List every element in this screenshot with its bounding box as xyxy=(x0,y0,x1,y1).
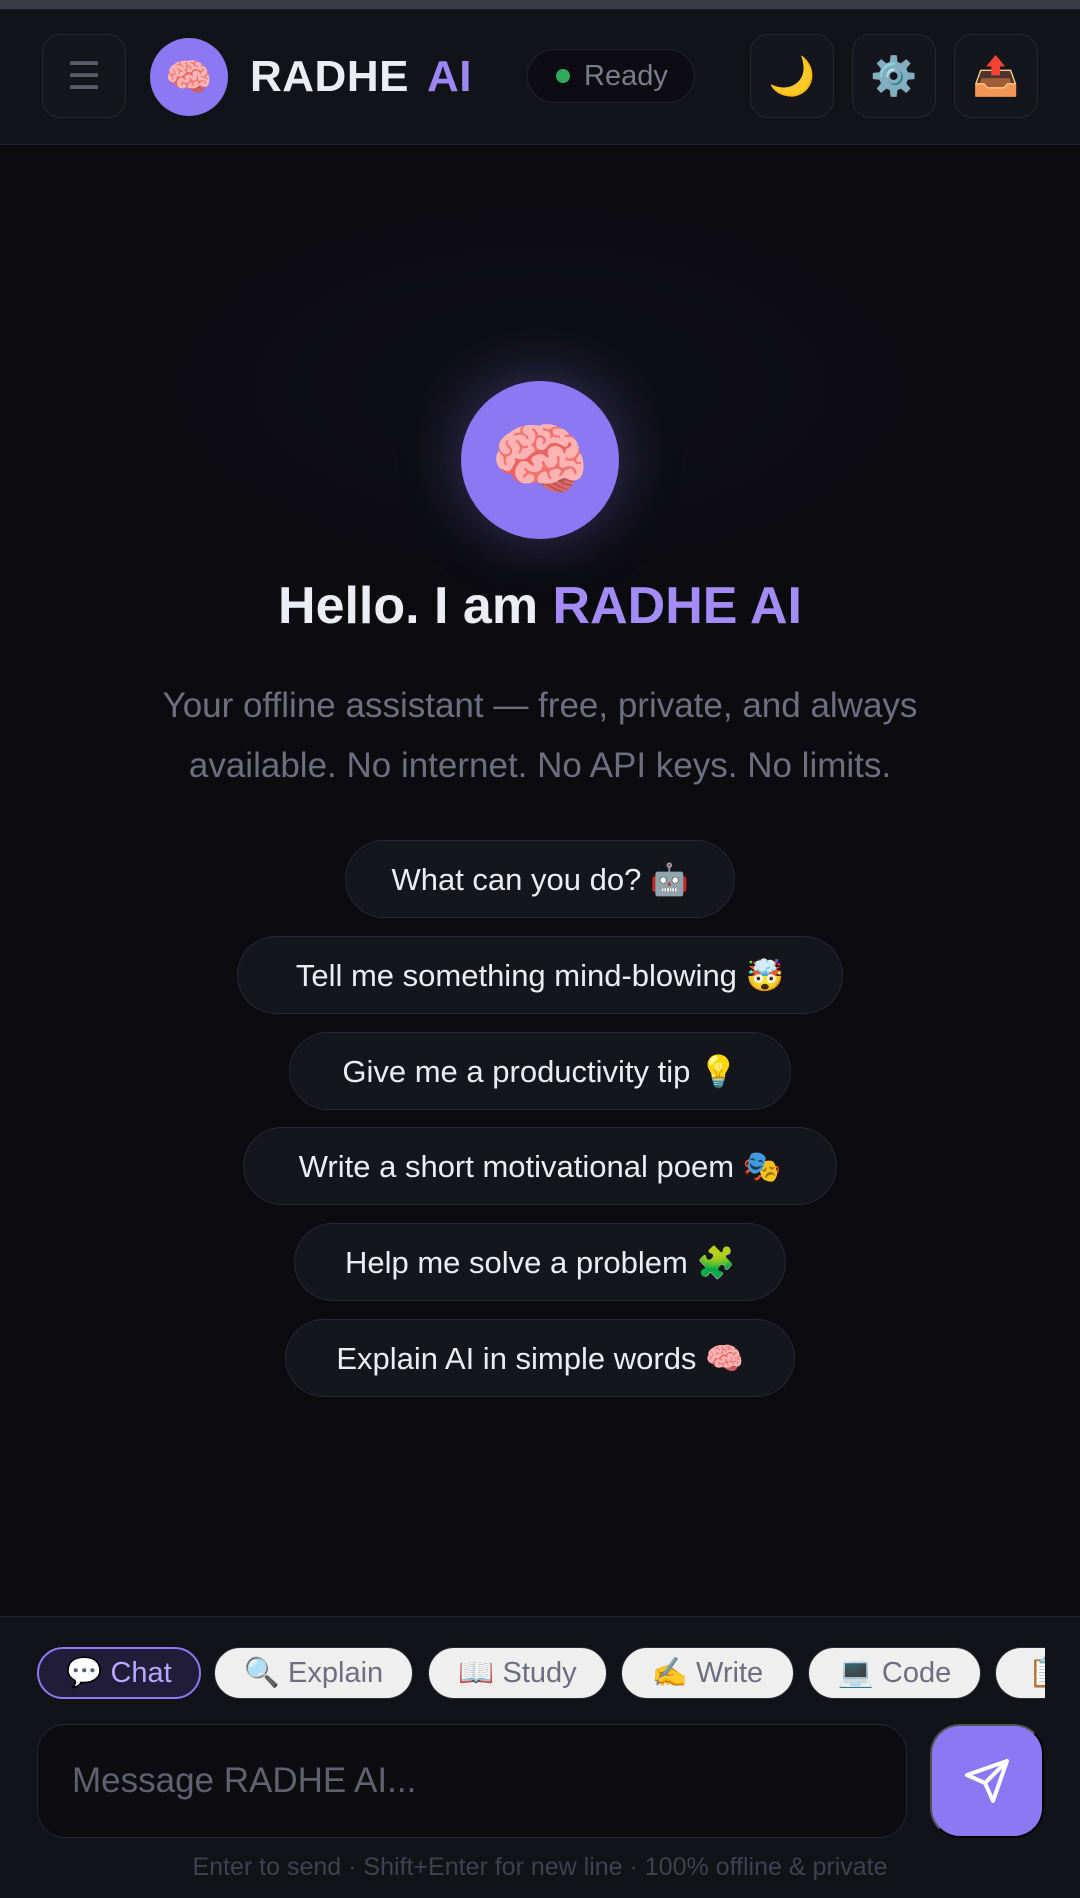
mode-tab-chat[interactable]: 💬 Chat xyxy=(37,1647,201,1699)
app-header: ☰ 🧠 RADHE AI Ready 🌙 ⚙️ 📤 xyxy=(0,10,1080,145)
mode-tab-more[interactable]: 📋 xyxy=(995,1647,1045,1699)
gear-icon: ⚙️ xyxy=(870,53,918,98)
suggestion-chip[interactable]: What can you do? 🤖 xyxy=(345,840,735,918)
export-tray-icon: 📤 xyxy=(972,53,1020,98)
status-badge: Ready xyxy=(527,49,695,103)
suggestion-chip[interactable]: Help me solve a problem 🧩 xyxy=(294,1223,786,1301)
brand-name: RADHE xyxy=(250,52,409,101)
mode-tab-code[interactable]: 💻 Code xyxy=(808,1647,981,1699)
brain-icon: 🧠 xyxy=(165,54,213,99)
mode-tab-write[interactable]: ✍️ Write xyxy=(621,1647,794,1699)
suggestion-chip[interactable]: Tell me something mind-blowing 🤯 xyxy=(237,936,843,1014)
suggestion-chip[interactable]: Give me a productivity tip 💡 xyxy=(289,1032,791,1110)
send-button[interactable] xyxy=(930,1724,1044,1838)
suggestion-chip[interactable]: Explain AI in simple words 🧠 xyxy=(285,1319,795,1397)
hamburger-icon: ☰ xyxy=(66,54,102,98)
welcome-title-prefix: Hello. I am xyxy=(278,577,539,635)
theme-toggle-button[interactable]: 🌙 xyxy=(750,34,834,118)
hero-avatar: 🧠 xyxy=(461,381,619,539)
brand-suffix: AI xyxy=(426,52,472,101)
composer-panel: 💬 Chat 🔍 Explain 📖 Study ✍️ Write 💻 Code… xyxy=(0,1616,1080,1898)
message-input[interactable]: Message RADHE AI... xyxy=(37,1724,907,1838)
welcome-title-accent: RADHE AI xyxy=(552,577,802,635)
composer-hint: Enter to send · Shift+Enter for new line… xyxy=(192,1853,888,1881)
status-text: Ready xyxy=(584,59,668,92)
suggestion-chip[interactable]: Write a short motivational poem 🎭 xyxy=(243,1127,837,1205)
chat-area: 🧠 Hello. I am RADHE AI Your offline assi… xyxy=(0,146,1080,1616)
mode-tab-study[interactable]: 📖 Study xyxy=(428,1647,607,1699)
mode-tab-explain[interactable]: 🔍 Explain xyxy=(214,1647,413,1699)
welcome-title: Hello. I am RADHE AI xyxy=(0,576,1080,636)
settings-button[interactable]: ⚙️ xyxy=(852,34,936,118)
moon-icon: 🌙 xyxy=(768,53,816,98)
brain-icon: 🧠 xyxy=(490,413,590,506)
message-input-placeholder: Message RADHE AI... xyxy=(72,1761,417,1800)
brand-title: RADHE AI xyxy=(250,52,472,102)
menu-button[interactable]: ☰ xyxy=(42,34,126,118)
window-top-border xyxy=(0,0,1080,10)
export-button[interactable]: 📤 xyxy=(954,34,1038,118)
send-icon xyxy=(965,1759,1009,1803)
welcome-subtitle: Your offline assistant — free, private, … xyxy=(162,686,918,785)
brand-logo: 🧠 xyxy=(150,38,228,116)
status-dot-icon xyxy=(556,69,570,83)
